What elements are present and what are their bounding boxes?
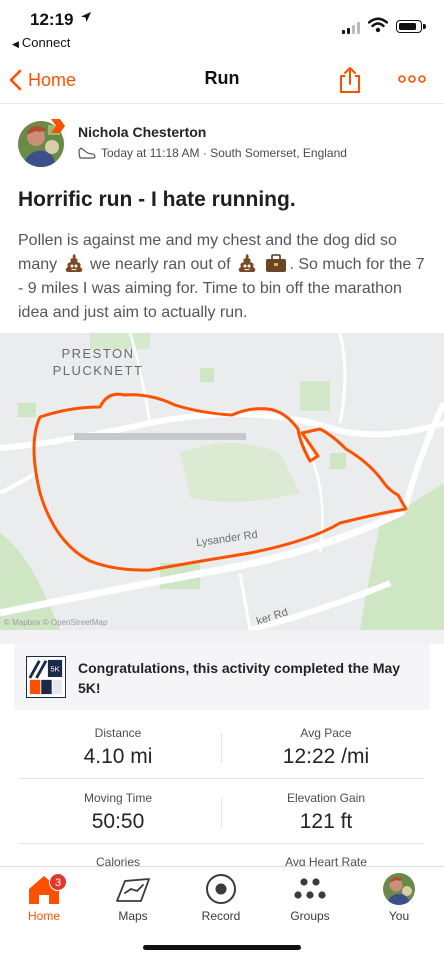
record-icon xyxy=(206,874,236,904)
tab-maps[interactable]: Maps xyxy=(89,871,177,923)
map-place-label: PRESTON PLUCKNETT xyxy=(52,346,144,378)
stat-label: Avg Pace xyxy=(300,726,352,740)
groups-icon xyxy=(294,878,326,899)
park-area xyxy=(18,403,36,417)
stat-divider xyxy=(20,778,424,779)
section-divider xyxy=(0,630,444,644)
tab-label: Home xyxy=(27,909,60,923)
stat-divider xyxy=(221,798,222,828)
map-attribution[interactable]: © Mapbox © OpenStreetMap xyxy=(4,618,107,627)
stat-elevation-gain: Elevation Gain 121 ft xyxy=(241,791,411,834)
shoe-icon xyxy=(78,147,96,159)
stat-divider xyxy=(20,843,424,844)
back-app-label: Connect xyxy=(21,35,71,50)
challenge-card[interactable]: 5K Congratulations, this activity comple… xyxy=(14,644,430,710)
tab-label: Record xyxy=(201,909,241,923)
stat-label: Elevation Gain xyxy=(286,791,366,805)
stat-value: 50:50 xyxy=(91,810,145,833)
page-title: Run xyxy=(204,68,240,88)
tab-groups[interactable]: Groups xyxy=(266,871,354,923)
tab-record[interactable]: Record xyxy=(177,871,265,923)
poop-emoji-icon xyxy=(238,254,256,272)
profile-avatar xyxy=(383,873,415,905)
tab-label: You xyxy=(388,909,410,923)
stat-divider xyxy=(221,733,222,763)
activity-meta: Today at 11:18 AM · South Somerset, Engl… xyxy=(78,146,347,160)
stat-value: 121 ft xyxy=(299,810,353,833)
wifi-icon xyxy=(368,17,388,33)
share-icon[interactable] xyxy=(338,66,362,94)
athlete-name[interactable]: Nichola Chesterton xyxy=(78,124,206,140)
tab-label: Groups xyxy=(290,909,330,923)
back-to-app-link[interactable]: ◀ Connect xyxy=(12,35,70,50)
back-triangle-icon: ◀ xyxy=(12,39,19,49)
poop-emoji-icon xyxy=(65,254,82,272)
desc-part-2: we nearly ran out of xyxy=(90,256,231,273)
challenge-text: Congratulations, this activity completed… xyxy=(78,660,401,696)
notification-badge: 3 xyxy=(49,873,67,891)
stat-avg-pace: Avg Pace 12:22 /mi xyxy=(241,726,411,769)
battery-icon xyxy=(396,20,426,33)
tab-label: Maps xyxy=(118,909,148,923)
stat-value: 12:22 /mi xyxy=(282,745,370,768)
activity-meta-text: Today at 11:18 AM · South Somerset, Engl… xyxy=(101,146,347,160)
runway xyxy=(74,433,246,440)
location-arrow-icon xyxy=(81,12,91,22)
tab-home[interactable]: 3 Home xyxy=(0,871,88,923)
briefcase-emoji-icon xyxy=(266,254,287,272)
stat-distance: Distance 4.10 mi xyxy=(33,726,203,769)
subscriber-badge-icon xyxy=(51,119,65,133)
home-indicator[interactable] xyxy=(143,945,301,950)
park-area xyxy=(200,368,214,382)
park-area xyxy=(330,453,346,469)
cellular-signal-icon xyxy=(342,22,362,34)
stat-label: Distance xyxy=(94,726,142,740)
more-options-icon[interactable] xyxy=(398,72,426,86)
tab-you[interactable]: You xyxy=(355,871,443,923)
activity-description: Pollen is against me and my chest and th… xyxy=(18,229,430,325)
route-map[interactable]: PRESTON PLUCKNETT Lysander Rd ker Rd © Ma… xyxy=(0,333,444,630)
stat-value: 4.10 mi xyxy=(83,745,153,768)
status-time: 12:19 xyxy=(30,10,74,29)
park-area xyxy=(300,381,330,411)
nav-bar: Home Run xyxy=(0,56,444,104)
status-bar: 12:19 ◀ Connect xyxy=(0,0,444,56)
challenge-badge-icon: 5K xyxy=(26,656,66,698)
map-icon xyxy=(116,878,150,902)
activity-title: Horrific run - I hate running. xyxy=(18,188,296,211)
svg-text:5K: 5K xyxy=(50,664,59,673)
stat-moving-time: Moving Time 50:50 xyxy=(33,791,203,834)
stat-label: Moving Time xyxy=(83,791,153,805)
